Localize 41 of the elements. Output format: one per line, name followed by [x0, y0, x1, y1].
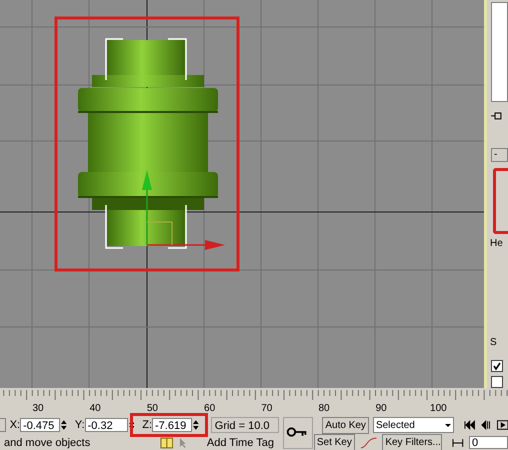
- axis-label: Z:: [142, 419, 152, 431]
- timeline-tick-label: 30: [32, 403, 44, 414]
- set-key-button[interactable]: Set Key: [314, 434, 355, 450]
- checkbox[interactable]: [491, 376, 503, 388]
- coordinate-field[interactable]: -0.475: [20, 418, 60, 432]
- key-mode-dropdown[interactable]: Selected: [372, 417, 454, 433]
- frame-field[interactable]: 0: [469, 436, 508, 449]
- timeline-tick-label: 50: [146, 403, 158, 414]
- timeline-tick-label: 70: [261, 403, 272, 414]
- coordinate-field[interactable]: -7.619: [152, 418, 192, 432]
- go-to-start-icon[interactable]: [464, 420, 476, 430]
- parameter-label: He: [490, 238, 504, 250]
- status-prompt: and move objects: [3, 436, 92, 448]
- time-config-icon[interactable]: [452, 438, 464, 448]
- curve-icon[interactable]: [358, 436, 378, 450]
- rollout-toggle[interactable]: -: [491, 148, 508, 162]
- timeline-tick-label: 60: [204, 403, 216, 414]
- parameter-label: S: [490, 337, 498, 348]
- book-icon[interactable]: [160, 436, 174, 448]
- move-gizmo[interactable]: [142, 170, 225, 250]
- auto-key-button[interactable]: Auto Key: [322, 416, 369, 434]
- object-list[interactable]: [491, 2, 508, 102]
- previous-frame-icon[interactable]: [480, 420, 492, 430]
- add-time-tag[interactable]: Add Time Tag: [206, 436, 314, 448]
- axis-label: Y:: [74, 419, 85, 431]
- timeline-tick-label: 100: [430, 403, 447, 414]
- timeline-tick-label: 40: [90, 403, 101, 414]
- timeline-tick-label: 80: [318, 403, 330, 414]
- pin-icon[interactable]: [491, 112, 503, 120]
- grid-readout: Grid = 10.0: [210, 417, 280, 433]
- key-button[interactable]: [283, 417, 313, 449]
- cylinder-model-drawing[interactable]: [78, 40, 218, 246]
- axis-label: X:: [10, 419, 20, 431]
- lock-toggle[interactable]: [0, 418, 6, 432]
- checkbox[interactable]: [491, 360, 503, 372]
- key-filters-button[interactable]: Key Filters...: [382, 434, 442, 450]
- coordinate-field[interactable]: -0.32: [84, 418, 128, 432]
- play-icon[interactable]: [496, 420, 508, 430]
- highlight-frame: [493, 168, 508, 234]
- timeline-tick-label: 90: [376, 403, 387, 414]
- timeline-ruler[interactable]: 30 40 50 60 70 80 90 100: [0, 388, 508, 415]
